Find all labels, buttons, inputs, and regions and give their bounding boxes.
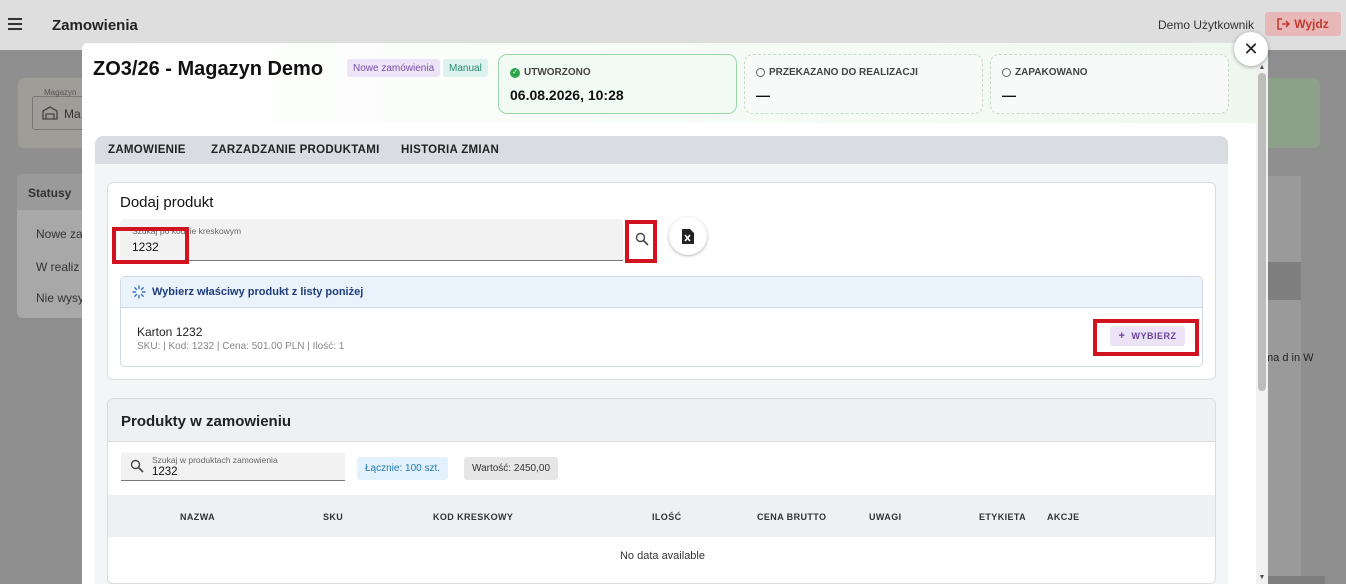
stage-label: ZAPAKOWANO xyxy=(1015,67,1088,78)
picker-hint-bar: Wybierz właściwy produkt z listy poniżej xyxy=(121,277,1202,308)
product-picker: Wybierz właściwy produkt z listy poniżej… xyxy=(120,276,1203,367)
stage-packed: ZAPAKOWANO — xyxy=(990,54,1229,114)
order-products-header: Produkty w zamowieniu xyxy=(108,399,1215,442)
stage-value: — xyxy=(1002,87,1016,103)
search-icon xyxy=(130,459,144,473)
tab-history[interactable]: HISTORIA ZMIAN xyxy=(401,144,499,156)
column-header[interactable]: NAZWA xyxy=(180,512,215,522)
status-item[interactable]: W realiz xyxy=(36,260,79,274)
stage-transferred: PRZEKAZANO DO REALIZACJI — xyxy=(744,54,983,114)
products-search-label: Szukaj w produktach zamowienia xyxy=(152,455,278,465)
dialog-title: ZO3/26 - Magazyn Demo xyxy=(93,58,324,80)
loading-spinner-icon xyxy=(132,285,146,299)
user-name: Demo Użytkownik xyxy=(1158,18,1255,32)
column-header[interactable]: ETYKIETA xyxy=(979,512,1026,522)
source-chip: Manual xyxy=(443,59,488,77)
highlight-box-search-icon xyxy=(625,220,657,263)
warehouse-icon xyxy=(42,106,58,120)
warehouse-value: Ma xyxy=(64,107,81,121)
logout-icon xyxy=(1277,18,1291,30)
order-dialog: ZO3/26 - Magazyn Demo Nowe zamówienia Ma… xyxy=(82,43,1268,584)
tab-products[interactable]: ZARZADZANIE PRODUKTAMI xyxy=(211,144,380,156)
column-header[interactable]: KOD KRESKOWY xyxy=(433,512,513,522)
dialog-header: ZO3/26 - Magazyn Demo Nowe zamówienia Ma… xyxy=(82,43,1268,123)
column-header[interactable]: UWAGI xyxy=(869,512,902,522)
result-product-name: Karton 1232 xyxy=(137,325,203,339)
stage-value: — xyxy=(756,87,770,103)
tab-order[interactable]: ZAMOWIENIE xyxy=(108,144,186,156)
table-header: NAZWA SKU KOD KRESKOWY ILOŚĆ CENA BRUTTO… xyxy=(108,495,1215,537)
order-products-title: Produkty w zamowieniu xyxy=(121,413,292,430)
empty-circle-icon xyxy=(1002,68,1011,77)
barcode-search-input[interactable]: Szukaj po kodzie kreskowym 1232 xyxy=(120,219,623,261)
total-value-badge: Wartość: 2450,00 xyxy=(464,457,559,480)
stage-created: ✓ UTWORZONO 06.08.2026, 10:28 xyxy=(498,54,737,114)
check-circle-icon: ✓ xyxy=(510,67,520,78)
background-cell: ma d in W xyxy=(1264,352,1314,364)
products-search-value: 1232 xyxy=(152,466,178,478)
add-product-card: Dodaj produkt Szukaj po kodzie kreskowym… xyxy=(107,182,1216,380)
warehouse-label: Magazyn xyxy=(44,88,77,97)
logout-label: Wyjdz xyxy=(1294,17,1329,31)
excel-import-button[interactable] xyxy=(669,217,707,255)
stage-label: UTWORZONO xyxy=(524,67,591,78)
column-header[interactable]: ILOŚĆ xyxy=(652,512,682,522)
dialog-tabs: ZAMOWIENIE ZARZADZANIE PRODUKTAMI HISTOR… xyxy=(95,136,1228,164)
close-icon: ✕ xyxy=(1243,38,1259,59)
scroll-up-icon[interactable]: ▲ xyxy=(1258,64,1266,71)
add-product-title: Dodaj produkt xyxy=(120,194,214,211)
hamburger-menu-icon[interactable] xyxy=(8,18,22,30)
dialog-scrollbar[interactable]: ▲ ▼ xyxy=(1256,63,1268,584)
order-products-card: Produkty w zamowieniu Szukaj w produktac… xyxy=(107,398,1216,584)
picker-hint: Wybierz właściwy produkt z listy poniżej xyxy=(152,286,364,298)
column-header[interactable]: AKCJE xyxy=(1047,512,1080,522)
highlight-box-search-value xyxy=(112,227,189,264)
column-header[interactable]: CENA BRUTTO xyxy=(757,512,826,522)
total-quantity-badge: Łącznie: 100 szt. xyxy=(357,457,449,480)
scroll-down-icon[interactable]: ▼ xyxy=(1258,574,1266,581)
scrollbar-thumb[interactable] xyxy=(1258,73,1266,391)
excel-file-icon xyxy=(682,228,694,244)
close-dialog-button[interactable]: ✕ xyxy=(1234,32,1268,66)
status-item[interactable]: Nie wysy xyxy=(36,291,84,305)
result-product-meta: SKU: | Kod: 1232 | Cena: 501.00 PLN | Il… xyxy=(137,341,345,352)
stage-label: PRZEKAZANO DO REALIZACJI xyxy=(769,67,918,78)
products-search-input[interactable]: Szukaj w produktach zamowienia 1232 xyxy=(121,453,345,481)
status-item[interactable]: Nowe za xyxy=(36,227,83,241)
stage-value: 06.08.2026, 10:28 xyxy=(510,87,624,103)
highlight-box-choose-button xyxy=(1093,319,1199,356)
column-header[interactable]: SKU xyxy=(323,512,343,522)
empty-circle-icon xyxy=(756,68,765,77)
empty-table-message: No data available xyxy=(619,550,705,562)
logout-button[interactable]: Wyjdz xyxy=(1265,12,1341,36)
status-chip: Nowe zamówienia xyxy=(347,59,441,77)
app-title: Zamowienia xyxy=(52,17,138,34)
